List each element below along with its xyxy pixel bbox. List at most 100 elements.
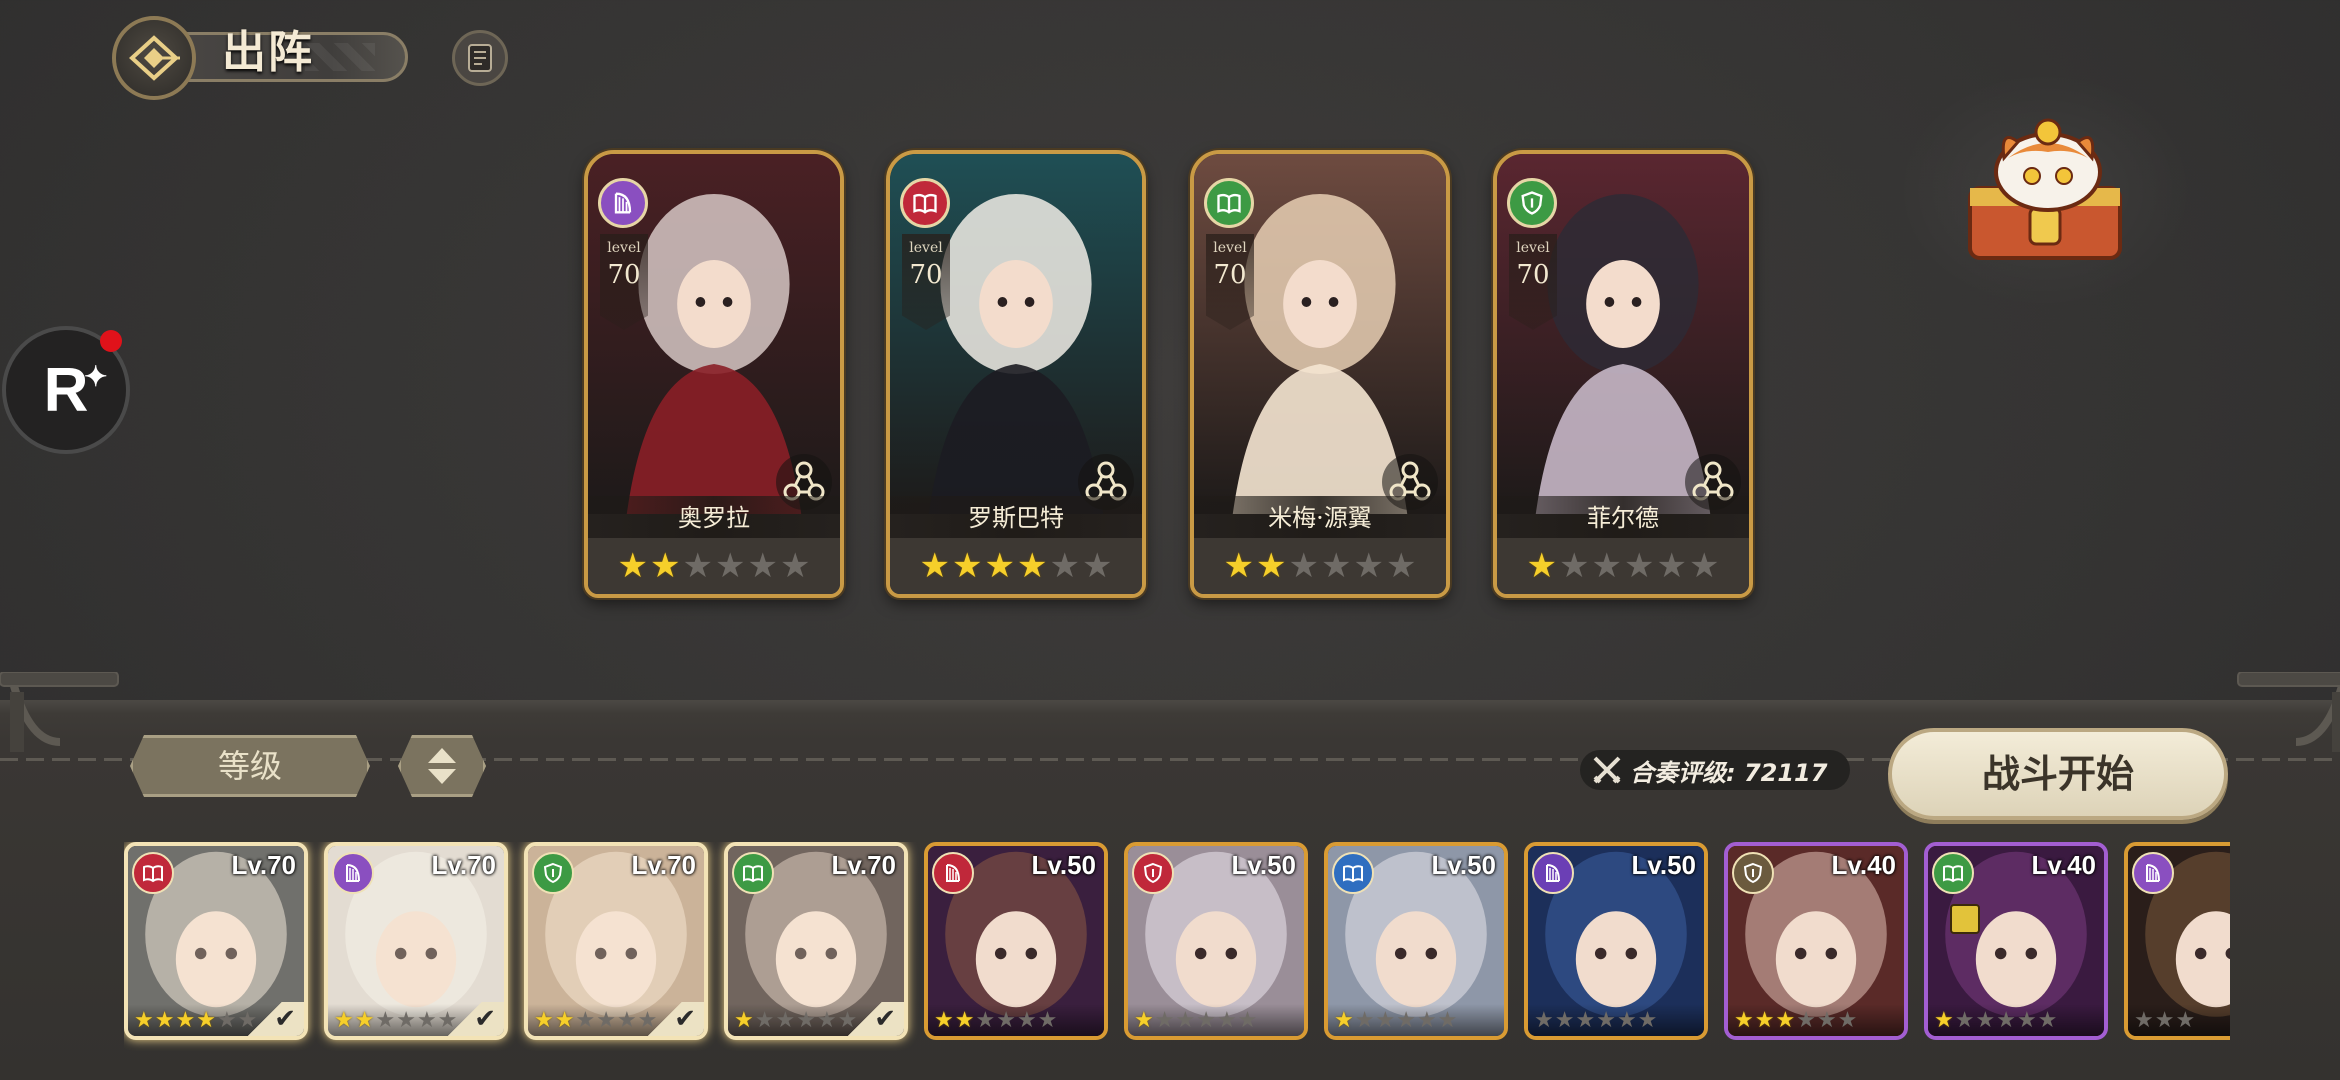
- star-empty-icon: ★: [1591, 546, 1622, 586]
- star-empty-icon: ★: [375, 1008, 396, 1033]
- star-rating: ★ ★ ★ ★ ★ ★: [890, 538, 1142, 594]
- r-floating-button[interactable]: R ✦: [2, 326, 130, 454]
- formation-card[interactable]: level 70 菲尔德 ★ ★ ★ ★ ★ ★: [1493, 150, 1753, 598]
- star-empty-icon: ★: [2037, 1008, 2058, 1033]
- scroll-log-icon: [468, 44, 492, 72]
- star-empty-icon: ★: [216, 1008, 237, 1033]
- star-empty-icon: ★: [2175, 1008, 2196, 1033]
- star-filled-icon: ★: [175, 1008, 196, 1033]
- star-empty-icon: ★: [747, 546, 778, 586]
- sort-updown-icon: [425, 746, 459, 786]
- chip-level: Lv.50: [1431, 850, 1496, 880]
- level-value: 70: [1516, 260, 1550, 290]
- roster-character-card[interactable]: Lv.50 ★ ★ ★ ★ ★ ★: [1524, 842, 1708, 1040]
- star-empty-icon: ★: [682, 546, 713, 586]
- class-icon: [1532, 852, 1574, 894]
- chip-stars: ★★★★★★: [334, 1010, 457, 1032]
- star-empty-icon: ★: [1353, 546, 1384, 586]
- star-empty-icon: ★: [1816, 1008, 1837, 1033]
- page-title: 出阵: [222, 27, 314, 78]
- checkmark-icon: ✔: [444, 1002, 504, 1036]
- star-empty-icon: ★: [1375, 1008, 1396, 1033]
- roster-character-card[interactable]: Lv.50 ★ ★ ★ ★ ★ ★: [1324, 842, 1508, 1040]
- star-empty-icon: ★: [779, 546, 811, 586]
- star-filled-icon: ★: [1256, 546, 1287, 586]
- class-icon: [332, 852, 374, 894]
- star-empty-icon: ★: [1554, 1008, 1575, 1033]
- star-empty-icon: ★: [1559, 546, 1590, 586]
- roster-character-card[interactable]: Lv.70 ★★★★★★✔: [724, 842, 908, 1040]
- level-value: 70: [909, 260, 943, 290]
- formation-card[interactable]: level 70 米梅·源翼 ★ ★ ★ ★ ★ ★: [1190, 150, 1450, 598]
- formation-card[interactable]: level 70 罗斯巴特 ★ ★ ★ ★ ★ ★: [886, 150, 1146, 598]
- start-battle-button[interactable]: 战斗开始: [1888, 728, 2228, 820]
- sort-order-button[interactable]: [398, 735, 486, 797]
- log-button[interactable]: [452, 30, 508, 86]
- star-filled-icon: ★: [554, 1008, 575, 1033]
- roster-character-card[interactable]: Lv.40 ★ ★ ★ ★ ★ ★: [1724, 842, 1908, 1040]
- star-filled-icon: ★: [734, 1008, 754, 1033]
- formation-card[interactable]: level 70 奥罗拉 ★ ★ ★ ★ ★ ★: [584, 150, 844, 598]
- roster-character-card[interactable]: Lv.70 ★★★★★★✔: [524, 842, 708, 1040]
- star-empty-icon: ★: [1154, 1008, 1175, 1033]
- star-empty-icon: ★: [1037, 1008, 1058, 1033]
- level-value: 70: [1213, 260, 1247, 290]
- chip-level: Lv.50: [1631, 850, 1696, 880]
- chip-stars: ★★★★★★: [934, 1010, 1057, 1032]
- roster-character-card[interactable]: Lv.50 ★ ★ ★ ★ ★ ★: [1124, 842, 1308, 1040]
- star-filled-icon: ★: [954, 1008, 975, 1033]
- chip-stars: ★★★★★★: [1534, 1010, 1657, 1032]
- star-empty-icon: ★: [596, 1008, 616, 1033]
- star-empty-icon: ★: [1688, 546, 1720, 586]
- chip-level: Lv.50: [1231, 850, 1296, 880]
- star-empty-icon: ★: [1624, 546, 1655, 586]
- level-tag: level 70: [1509, 234, 1557, 330]
- star-empty-icon: ★: [1954, 1008, 1975, 1033]
- rail-post-right: [2237, 672, 2340, 752]
- star-empty-icon: ★: [1616, 1008, 1637, 1033]
- star-filled-icon: ★: [1223, 546, 1255, 586]
- back-button[interactable]: [112, 16, 196, 100]
- star-filled-icon: ★: [919, 546, 951, 586]
- level-word: level: [909, 240, 943, 256]
- roster-character-card[interactable]: Lv.70 ★★★★★★✔: [324, 842, 508, 1040]
- treasure-chest-icon[interactable]: [1960, 118, 2130, 268]
- star-filled-icon: ★: [1526, 546, 1558, 586]
- star-filled-icon: ★: [1754, 1008, 1775, 1033]
- star-empty-icon: ★: [1975, 1008, 1996, 1033]
- star-filled-icon: ★: [952, 546, 983, 586]
- star-empty-icon: ★: [2134, 1008, 2154, 1033]
- roster-character-card[interactable]: ★ ★ ★: [2124, 842, 2230, 1040]
- star-empty-icon: ★: [1575, 1008, 1596, 1033]
- star-empty-icon: ★: [1996, 1008, 2016, 1033]
- checkmark-icon: ✔: [644, 1002, 704, 1036]
- star-filled-icon: ★: [1134, 1008, 1154, 1033]
- star-empty-icon: ★: [2154, 1008, 2175, 1033]
- character-name: 米梅·源翼: [1194, 496, 1446, 540]
- star-empty-icon: ★: [416, 1008, 437, 1033]
- star-filled-icon: ★: [650, 546, 681, 586]
- roster-character-card[interactable]: Lv.40 ★ ★ ★ ★ ★ ★: [1924, 842, 2108, 1040]
- star-filled-icon: ★: [534, 1008, 554, 1033]
- rating-text: 合奏评级: 72117: [1630, 758, 1828, 787]
- star-empty-icon: ★: [1175, 1008, 1196, 1033]
- star-empty-icon: ★: [1796, 1008, 1816, 1033]
- star-filled-icon: ★: [984, 546, 1015, 586]
- sort-by-level-button[interactable]: 等级: [130, 735, 370, 797]
- page-header: 出阵: [112, 16, 408, 100]
- class-icon: [1732, 852, 1774, 894]
- level-word: level: [607, 240, 641, 256]
- character-roster[interactable]: Lv.70★★★★★★✔ Lv.70★★★★★★✔ Lv.70★★★★★★✔ L…: [124, 842, 2230, 1052]
- roster-character-card[interactable]: Lv.50 ★ ★ ★ ★ ★ ★: [924, 842, 1108, 1040]
- class-icon: [1132, 852, 1174, 894]
- chip-stars: ★★★★★★: [1934, 1010, 2057, 1032]
- r-logo-text: R: [43, 355, 89, 425]
- chip-stars: ★★★★★★: [1334, 1010, 1457, 1032]
- star-empty-icon: ★: [996, 1008, 1016, 1033]
- back-emblem-icon: [129, 35, 180, 81]
- level-tag: level 70: [600, 234, 648, 330]
- star-filled-icon: ★: [334, 1008, 354, 1033]
- star-empty-icon: ★: [616, 1008, 637, 1033]
- star-empty-icon: ★: [975, 1008, 996, 1033]
- roster-character-card[interactable]: Lv.70 ★★★★★★✔: [124, 842, 308, 1040]
